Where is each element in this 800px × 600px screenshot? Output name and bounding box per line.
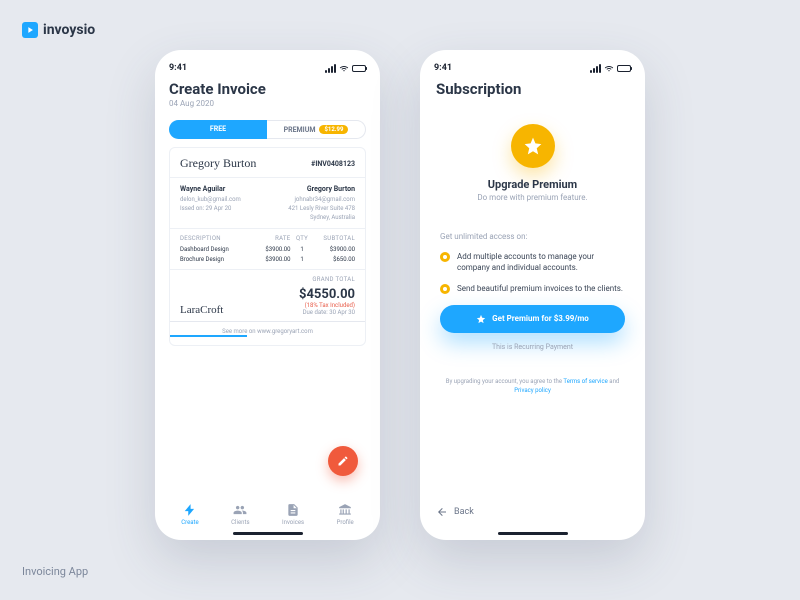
brand-icon <box>22 22 38 38</box>
recurring-note: This is Recurring Payment <box>420 343 645 351</box>
tab-premium-label: PREMIUM <box>284 126 316 134</box>
battery-icon <box>352 65 366 72</box>
nav-profile[interactable]: Profile <box>337 503 354 526</box>
people-icon <box>233 503 247 517</box>
signal-icon <box>325 64 336 73</box>
bottom-nav: Create Clients Invoices Profile <box>155 503 380 526</box>
document-icon <box>286 503 300 517</box>
page-title: Subscription <box>420 78 645 98</box>
feature-item: Send beautiful premium invoices to the c… <box>440 283 625 294</box>
tab-premium[interactable]: PREMIUM $12.99 <box>267 120 366 139</box>
hero-subtitle: Do more with premium feature. <box>420 193 645 202</box>
back-button[interactable]: Back <box>436 506 474 518</box>
signal-icon <box>590 64 601 73</box>
star-icon <box>476 314 486 324</box>
phone-subscription: 9:41 Subscription Upgrade Premium Do mor… <box>420 50 645 540</box>
page-caption: Invoicing App <box>22 565 88 578</box>
nav-invoices[interactable]: Invoices <box>282 503 304 526</box>
due-date: Due date: 30 Apr 30 <box>299 309 355 316</box>
progress-bar <box>170 335 247 337</box>
page-date: 04 Aug 2020 <box>169 99 366 108</box>
nav-clients[interactable]: Clients <box>231 503 249 526</box>
brand-name: invoysio <box>43 22 95 38</box>
bullet-icon <box>440 284 450 294</box>
tab-free[interactable]: FREE <box>169 120 267 139</box>
pencil-icon <box>337 455 349 467</box>
upgrade-hero: Upgrade Premium Do more with premium fea… <box>420 124 645 202</box>
home-indicator <box>233 532 303 535</box>
premium-price-badge: $12.99 <box>319 125 348 134</box>
home-indicator <box>498 532 568 535</box>
wifi-icon <box>339 64 349 72</box>
arrow-left-icon <box>436 506 448 518</box>
bullet-icon <box>440 252 450 262</box>
phone-create-invoice: 9:41 Create Invoice 04 Aug 2020 FREE PRE… <box>155 50 380 540</box>
payer-signature: Gregory Burton <box>180 156 256 171</box>
wifi-icon <box>604 64 614 72</box>
legal-text: By upgrading your account, you agree to … <box>420 377 645 395</box>
plan-tabs: FREE PREMIUM $12.99 <box>169 120 366 139</box>
page-title: Create Invoice <box>169 80 366 98</box>
features-label: Get unlimited access on: <box>440 232 625 241</box>
hero-title: Upgrade Premium <box>420 178 645 191</box>
status-time: 9:41 <box>169 63 187 73</box>
grand-total-label: GRAND TOTAL <box>180 276 355 283</box>
status-bar: 9:41 <box>420 50 645 78</box>
brand-logo: invoysio <box>22 22 95 38</box>
grand-total: $4550.00 <box>299 287 355 302</box>
invoice-card: Gregory Burton #INV0408123 Wayne Aguilar… <box>169 147 366 346</box>
status-time: 9:41 <box>434 63 452 73</box>
issuer-signature: LaraCroft <box>180 304 223 316</box>
table-row: Brochure Design $3900.00 1 $650.00 <box>180 256 355 263</box>
terms-link[interactable]: Terms of service <box>563 378 607 385</box>
bill-from: Wayne Aguilar delon_kub@gmail.com Issed … <box>180 184 241 222</box>
edit-fab[interactable] <box>328 446 358 476</box>
tax-note: (18% Tax Included) <box>299 302 355 309</box>
privacy-link[interactable]: Privacy policy <box>514 387 551 394</box>
bolt-icon <box>183 503 197 517</box>
invoice-number: #INV0408123 <box>311 160 355 168</box>
nav-create[interactable]: Create <box>181 503 198 526</box>
bank-icon <box>338 503 352 517</box>
battery-icon <box>617 65 631 72</box>
bill-to: Gregory Burton johnabr34@gmail.com 421 L… <box>288 184 355 222</box>
status-bar: 9:41 <box>155 50 380 78</box>
table-header: DESCRIPTION RATE QTY SUBTOTAL <box>180 235 355 242</box>
feature-item: Add multiple accounts to manage your com… <box>440 251 625 273</box>
star-badge-icon <box>511 124 555 168</box>
table-row: Dashboard Design $3900.00 1 $3900.00 <box>180 246 355 253</box>
invoice-footer: See more on www.gregoryart.com <box>180 328 355 335</box>
get-premium-button[interactable]: Get Premium for $3.99/mo <box>440 305 625 333</box>
